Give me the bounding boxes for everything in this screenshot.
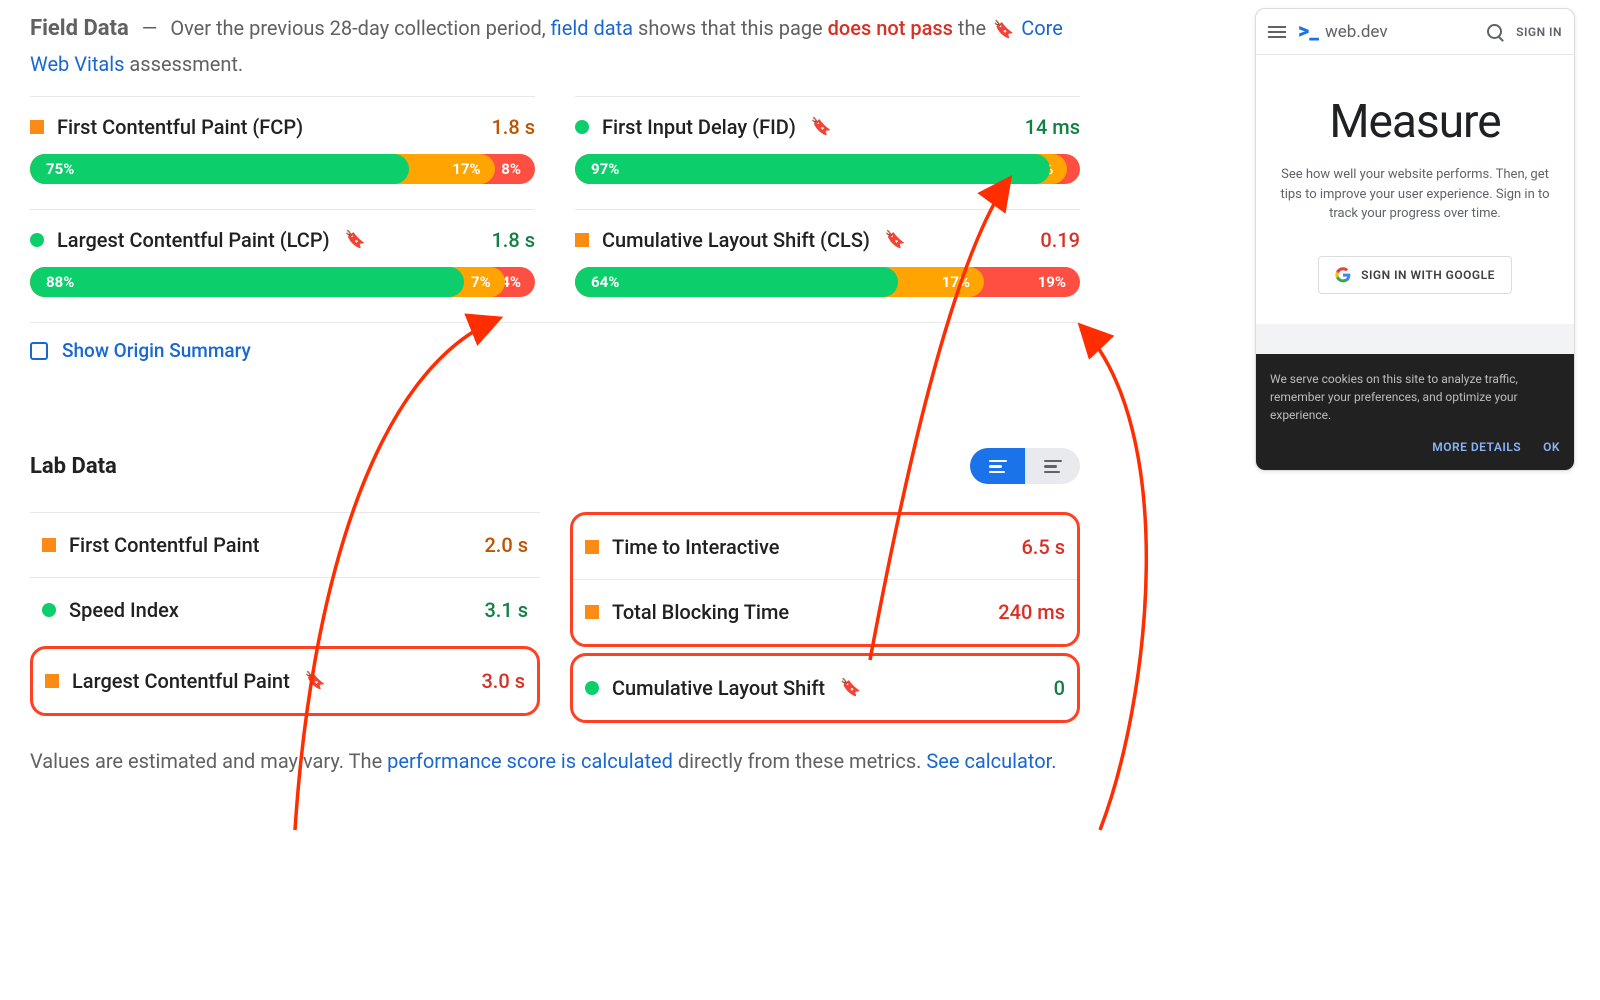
lab-metric-value: 3.0 s [481, 669, 525, 693]
metric-value: 1.8 s [491, 228, 535, 252]
metric-card: First Input Delay (FID) 🔖 14 ms 1% 2% 97% [575, 96, 1080, 209]
metric-name: Largest Contentful Paint (LCP) [57, 228, 330, 252]
lab-metric-name: First Contentful Paint [69, 533, 259, 557]
distribution-bar: 1% 2% 97% [575, 154, 1080, 184]
lab-metric-value: 2.0 s [484, 533, 528, 557]
lab-metric-row: First Contentful Paint 2.0 s [30, 512, 540, 577]
metric-value: 0.19 [1040, 228, 1080, 252]
status-indicator-icon [42, 538, 56, 552]
status-indicator-icon [585, 605, 599, 619]
signin-link[interactable]: SIGN IN [1516, 25, 1562, 39]
lab-data-title: Lab Data [30, 454, 117, 479]
status-indicator-icon [30, 120, 44, 134]
see-calculator-link[interactable]: See calculator. [926, 749, 1056, 773]
bookmark-icon: 🔖 [345, 230, 366, 250]
distribution-bar: 8% 17% 75% [30, 154, 535, 184]
show-origin-checkbox[interactable] [30, 342, 48, 360]
metric-value: 1.8 s [491, 115, 535, 139]
lab-metric-name: Time to Interactive [612, 535, 780, 559]
metric-card: First Contentful Paint (FCP) 1.8 s 8% 17… [30, 96, 535, 209]
status-indicator-icon [45, 674, 59, 688]
bookmark-icon: 🔖 [811, 117, 832, 137]
distribution-bar: 4% 7% 88% [30, 267, 535, 297]
measure-heading: Measure [1274, 95, 1556, 149]
view-toggle-compact[interactable] [970, 448, 1025, 484]
view-toggle-expanded[interactable] [1025, 448, 1080, 484]
status-indicator-icon [575, 120, 589, 134]
lab-metric-value: 0 [1054, 676, 1065, 700]
menu-icon[interactable] [1268, 26, 1286, 38]
assessment-status: does not pass [828, 16, 953, 40]
lab-metric-name: Speed Index [69, 598, 179, 622]
lab-metric-row: Cumulative Layout Shift 🔖 0 [570, 653, 1080, 723]
search-icon[interactable] [1487, 24, 1502, 39]
metric-card: Largest Contentful Paint (LCP) 🔖 1.8 s 4%… [30, 209, 535, 322]
lab-metric-value: 3.1 s [484, 598, 528, 622]
field-data-link[interactable]: field data [551, 16, 633, 40]
bookmark-icon: 🔖 [885, 230, 906, 250]
lab-footnote: Values are estimated and may vary. The p… [30, 745, 1080, 777]
phone-preview: >_ web.dev SIGN IN Measure See how well … [1255, 8, 1575, 471]
cookie-ok[interactable]: OK [1543, 438, 1560, 456]
lab-metric-row: Speed Index 3.1 s [30, 577, 540, 642]
lab-metric-row: Time to Interactive 6.5 s [573, 515, 1077, 579]
bookmark-icon: 🔖 [993, 16, 1014, 45]
webdev-logo[interactable]: >_ web.dev [1298, 19, 1388, 44]
metric-card: Cumulative Layout Shift (CLS) 🔖 0.19 19% … [575, 209, 1080, 322]
status-indicator-icon [585, 681, 599, 695]
status-indicator-icon [585, 540, 599, 554]
metric-name: Cumulative Layout Shift (CLS) [602, 228, 870, 252]
cookie-more-details[interactable]: MORE DETAILS [1432, 438, 1521, 456]
status-indicator-icon [42, 603, 56, 617]
lab-metric-row: Total Blocking Time 240 ms [573, 579, 1077, 644]
field-data-title: Field Data [30, 16, 129, 41]
lab-metric-name: Cumulative Layout Shift [612, 676, 825, 700]
status-indicator-icon [30, 233, 44, 247]
metric-name: First Input Delay (FID) [602, 115, 796, 139]
lab-metric-name: Largest Contentful Paint [72, 669, 290, 693]
field-data-intro: Field Data — Over the previous 28-day co… [30, 10, 1080, 81]
bookmark-icon: 🔖 [840, 678, 861, 698]
google-signin-button[interactable]: SIGN IN WITH GOOGLE [1318, 256, 1512, 294]
status-indicator-icon [575, 233, 589, 247]
cookie-banner: We serve cookies on this site to analyze… [1256, 354, 1574, 470]
metric-value: 14 ms [1025, 115, 1080, 139]
bookmark-icon: 🔖 [305, 671, 326, 691]
lab-metric-value: 240 ms [998, 600, 1065, 624]
view-toggle[interactable] [970, 448, 1080, 484]
lab-metric-value: 6.5 s [1021, 535, 1065, 559]
measure-description: See how well your website performs. Then… [1274, 165, 1556, 224]
google-icon [1335, 267, 1351, 283]
show-origin-label[interactable]: Show Origin Summary [62, 339, 251, 362]
perf-score-link[interactable]: performance score is calculated [387, 749, 673, 773]
distribution-bar: 19% 17% 64% [575, 267, 1080, 297]
metric-name: First Contentful Paint (FCP) [57, 115, 303, 139]
lab-metric-name: Total Blocking Time [612, 600, 789, 624]
lab-metric-row: Largest Contentful Paint 🔖 3.0 s [30, 646, 540, 716]
